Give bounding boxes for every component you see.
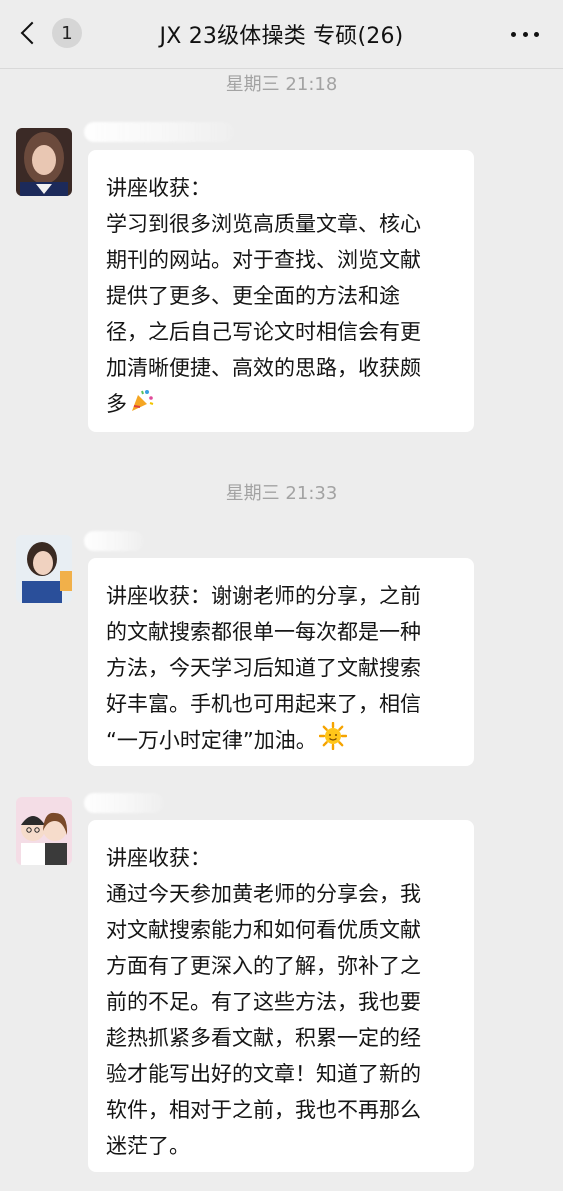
message-line: 的文献搜索都很单一每次都是一种 [106,620,421,644]
sun-icon [318,721,347,761]
message-line: 学习到很多浏览高质量文章、核心 [106,212,421,236]
message-line: 多 [106,392,127,416]
chat-title: JX 23级体操类 专硕(26) [159,24,404,49]
avatar[interactable] [16,797,72,865]
message-line: 趁热抓紧多看文献，积累一定的经 [106,1026,421,1050]
message-line: 方面有了更深入的了解，弥补了之 [106,954,421,978]
message-timestamp: 星期三 21:33 [225,483,338,504]
message-line: 软件，相对于之前，我也不再那么 [106,1098,421,1122]
message-line: 提供了更多、更全面的方法和途 [106,284,400,308]
message-line: 好丰富。手机也可用起来了，相信 [106,692,421,716]
party-popper-icon [129,387,155,424]
blurred-nickname [84,793,164,813]
chat-header: 1 JX 23级体操类 专硕(26) [0,0,563,69]
message-line: 期刊的网站。对于查找、浏览文献 [106,248,421,272]
dot [522,31,528,37]
message-line: 对文献搜索能力和如何看优质文献 [106,918,421,942]
avatar[interactable] [16,535,72,603]
dot [511,31,516,37]
avatar[interactable] [16,128,72,196]
message-line: 方法，今天学习后知道了文献搜索 [106,656,421,680]
blurred-nickname [84,122,234,142]
message-bubble[interactable]: 讲座收获： 通过今天参加黄老师的分享会，我 对文献搜索能力和如何看优质文献 方面… [88,820,474,1172]
message-line: 迷茫了。 [106,1134,190,1158]
message-bubble[interactable]: 讲座收获：谢谢老师的分享，之前 的文献搜索都很单一每次都是一种 方法，今天学习后… [88,558,474,766]
blurred-nickname [84,531,144,551]
message-bubble[interactable]: 讲座收获： 学习到很多浏览高质量文章、核心 期刊的网站。对于查找、浏览文献 提供… [88,150,474,432]
message-line: 通过今天参加黄老师的分享会，我 [106,882,421,906]
message-line: 讲座收获： [106,176,211,200]
message-timestamp: 星期三 21:18 [225,74,338,95]
message-line: 加清晰便捷、高效的思路，收获颇 [106,356,421,380]
message-line: 验才能写出好的文章！知道了新的 [106,1062,421,1086]
message-line: “一万小时定律”加油。 [106,728,317,753]
message-line: 前的不足。有了这些方法，我也要 [106,990,421,1014]
dot [534,31,539,37]
message-line: 讲座收获： [106,846,211,870]
more-options-icon[interactable] [511,30,539,38]
message-line: 径，之后自己写论文时相信会有更 [106,320,421,344]
message-line: 讲座收获：谢谢老师的分享，之前 [106,584,421,608]
